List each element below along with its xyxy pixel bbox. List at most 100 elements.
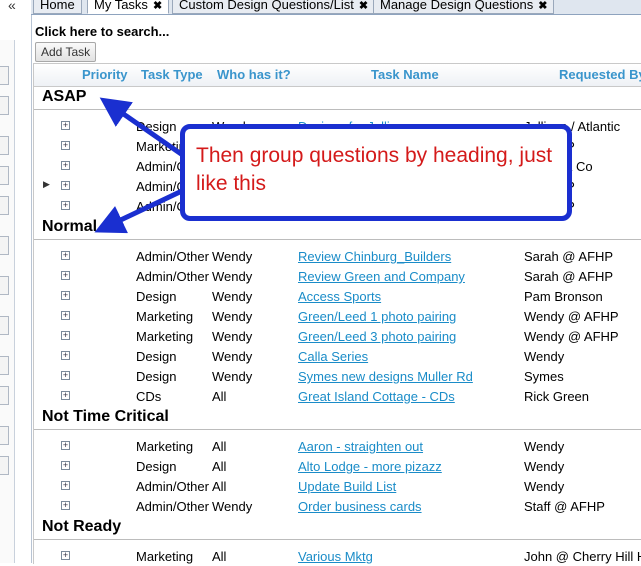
table-row[interactable]: + Marketing All Aaron - straighten out Wendy bbox=[34, 436, 641, 456]
panel-control[interactable] bbox=[0, 356, 9, 375]
task-link[interactable]: Alto Lodge - more pizazz bbox=[298, 459, 442, 474]
table-row[interactable]: + Marketing All Various Mktg John @ Cherry H… bbox=[34, 546, 641, 566]
task-link[interactable]: Calla Series bbox=[298, 349, 368, 364]
cell-who-has-it: Wendy bbox=[212, 289, 253, 304]
search-link[interactable]: Click here to search... bbox=[35, 24, 169, 39]
task-link[interactable]: Access Sports bbox=[298, 289, 381, 304]
table-row[interactable]: + Admin/Other All Update Build List Wendy bbox=[34, 476, 641, 496]
task-link[interactable]: Great Island Cottage - CDs bbox=[298, 389, 455, 404]
panel-control[interactable] bbox=[0, 196, 9, 215]
cell-task-type: Admin/Other bbox=[136, 249, 209, 264]
expand-row-icon[interactable]: + bbox=[61, 501, 70, 510]
cell-task-type: Design bbox=[136, 459, 177, 474]
cell-task-type: Marketing bbox=[136, 549, 194, 564]
tab-label: Custom Design Questions/List bbox=[179, 0, 354, 12]
expand-row-icon[interactable]: + bbox=[61, 121, 70, 130]
column-header-priority[interactable]: Priority bbox=[82, 67, 128, 82]
tab-bar: Home My Tasks ✖ Custom Design Questions/L… bbox=[31, 0, 641, 15]
task-link[interactable]: Review Green and Company bbox=[298, 269, 465, 284]
panel-control[interactable] bbox=[0, 136, 9, 155]
column-header-task-type[interactable]: Task Type bbox=[141, 67, 203, 82]
table-row[interactable]: + Admin/Other Wendy Order business cards Sta… bbox=[34, 496, 641, 516]
cell-task-type: Design bbox=[136, 119, 177, 134]
column-header-requested-by[interactable]: Requested By bbox=[559, 67, 641, 82]
tab-label: Home bbox=[40, 0, 75, 12]
tab-manage-design-questions[interactable]: Manage Design Questions ✖ bbox=[373, 0, 555, 14]
table-row[interactable]: + Design Wendy Calla Series Wendy bbox=[34, 346, 641, 366]
tab-my-tasks[interactable]: My Tasks ✖ bbox=[87, 0, 170, 14]
expand-row-icon[interactable]: + bbox=[61, 141, 70, 150]
group-heading-label: ASAP bbox=[42, 88, 87, 105]
tab-label: Manage Design Questions bbox=[380, 0, 534, 12]
table-row[interactable]: + Design Wendy Symes new designs Muller Rd S… bbox=[34, 366, 641, 386]
task-link[interactable]: Various Mktg bbox=[298, 549, 373, 564]
cell-task-type: Admin/Other bbox=[136, 499, 209, 514]
panel-control[interactable] bbox=[0, 236, 9, 255]
task-link[interactable]: Symes new designs Muller Rd bbox=[298, 369, 473, 384]
group-heading-label: Normal bbox=[42, 218, 98, 235]
cell-who-has-it: Wendy bbox=[212, 329, 253, 344]
task-link[interactable]: Green/Leed 3 photo pairing bbox=[298, 329, 456, 344]
task-link[interactable]: Update Build List bbox=[298, 479, 396, 494]
close-icon[interactable]: ✖ bbox=[153, 0, 162, 12]
group-heading-label: Not Ready bbox=[42, 518, 122, 535]
panel-control[interactable] bbox=[0, 456, 9, 475]
cell-requested-by: Staff @ AFHP bbox=[524, 499, 605, 514]
expand-row-icon[interactable]: + bbox=[61, 291, 70, 300]
panel-control[interactable] bbox=[0, 426, 9, 445]
tab-custom-design-questions[interactable]: Custom Design Questions/List ✖ bbox=[172, 0, 376, 14]
expand-row-icon[interactable]: + bbox=[61, 461, 70, 470]
panel-control[interactable] bbox=[0, 276, 9, 295]
expand-row-icon[interactable]: + bbox=[61, 251, 70, 260]
add-task-button[interactable]: Add Task bbox=[35, 42, 97, 62]
group-heading: ASAP bbox=[34, 87, 641, 110]
cell-requested-by: Wendy bbox=[524, 349, 565, 364]
table-row[interactable]: + CDs All Great Island Cottage - CDs Rick Gr… bbox=[34, 386, 641, 406]
expand-row-icon[interactable]: + bbox=[61, 481, 70, 490]
expand-row-icon[interactable]: + bbox=[61, 351, 70, 360]
panel-control[interactable] bbox=[0, 386, 9, 405]
table-row[interactable]: + Design Wendy Access Sports Pam Bronson bbox=[34, 286, 641, 306]
table-row[interactable]: + Marketing Wendy Green/Leed 3 photo pairin… bbox=[34, 326, 641, 346]
column-header-task-name[interactable]: Task Name bbox=[371, 67, 439, 82]
task-link[interactable]: Aaron - straighten out bbox=[298, 439, 423, 454]
expand-row-icon[interactable]: + bbox=[61, 161, 70, 170]
cell-who-has-it: Wendy bbox=[212, 309, 253, 324]
panel-control[interactable] bbox=[0, 66, 9, 85]
panel-control[interactable] bbox=[0, 316, 9, 335]
cell-task-type: Marketing bbox=[136, 329, 194, 344]
task-link[interactable]: Green/Leed 1 photo pairing bbox=[298, 309, 456, 324]
expand-row-icon[interactable]: + bbox=[61, 371, 70, 380]
expand-row-icon[interactable]: + bbox=[61, 391, 70, 400]
cell-who-has-it: All bbox=[212, 549, 227, 564]
collapse-panel-icon[interactable]: « bbox=[8, 0, 16, 13]
table-row[interactable]: + Design All Alto Lodge - more pizazz Wendy bbox=[34, 456, 641, 476]
close-icon[interactable]: ✖ bbox=[359, 0, 368, 12]
expand-row-icon[interactable]: + bbox=[61, 181, 70, 190]
table-row[interactable]: + Admin/Other Wendy Review Chinburg_Builder… bbox=[34, 246, 641, 266]
expand-row-icon[interactable]: + bbox=[61, 551, 70, 560]
table-row[interactable]: + Marketing Wendy Green/Leed 1 photo pairin… bbox=[34, 306, 641, 326]
panel-control[interactable] bbox=[0, 166, 9, 185]
cell-requested-by: Wendy @ AFHP bbox=[524, 329, 619, 344]
cell-requested-by: John @ Cherry Hill H bbox=[524, 549, 641, 564]
cell-task-type: Admin/Other bbox=[136, 269, 209, 284]
group-heading: Not Ready bbox=[34, 517, 641, 540]
task-link[interactable]: Order business cards bbox=[298, 499, 422, 514]
close-icon[interactable]: ✖ bbox=[538, 0, 547, 12]
cell-who-has-it: Wendy bbox=[212, 349, 253, 364]
row-selector-icon: ▶ bbox=[43, 179, 50, 189]
cell-requested-by: Wendy bbox=[524, 479, 565, 494]
annotation-callout: Then group questions by heading, just li… bbox=[180, 124, 572, 221]
cell-requested-by: Sarah @ AFHP bbox=[524, 249, 614, 264]
expand-row-icon[interactable]: + bbox=[61, 271, 70, 280]
expand-row-icon[interactable]: + bbox=[61, 201, 70, 210]
task-link[interactable]: Review Chinburg_Builders bbox=[298, 249, 451, 264]
expand-row-icon[interactable]: + bbox=[61, 331, 70, 340]
tab-home[interactable]: Home bbox=[33, 0, 82, 14]
table-row[interactable]: + Admin/Other Wendy Review Green and Compan… bbox=[34, 266, 641, 286]
column-header-who-has-it[interactable]: Who has it? bbox=[217, 67, 291, 82]
expand-row-icon[interactable]: + bbox=[61, 311, 70, 320]
expand-row-icon[interactable]: + bbox=[61, 441, 70, 450]
panel-control[interactable] bbox=[0, 96, 9, 115]
